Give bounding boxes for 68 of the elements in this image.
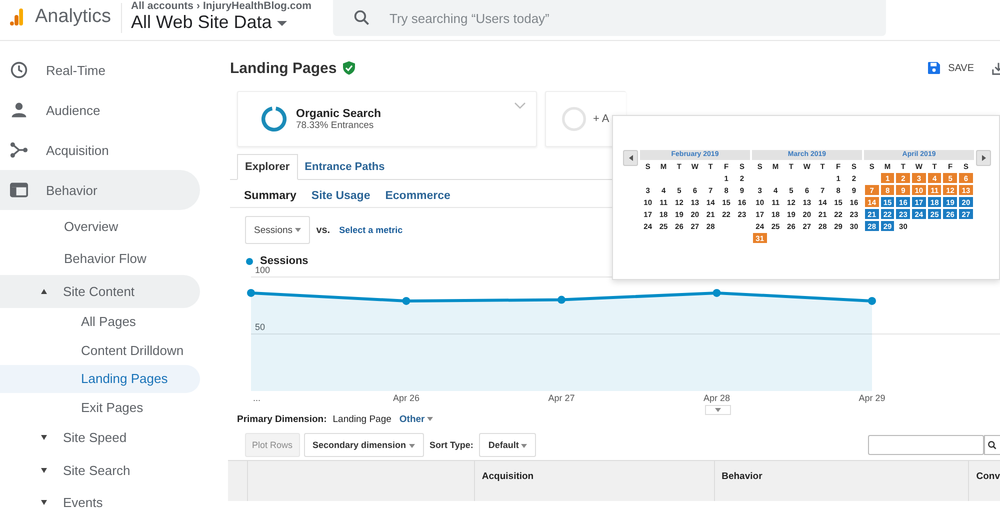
vs-label: vs. <box>316 224 330 236</box>
data-point <box>558 296 566 304</box>
app-name: Analytics <box>35 6 112 28</box>
select-metric-link[interactable]: Select a metric <box>339 225 403 235</box>
breadcrumb-link[interactable]: All accounts <box>131 0 194 12</box>
nav-item[interactable]: Landing Pages <box>0 364 200 393</box>
previous-month-button[interactable] <box>623 150 638 166</box>
column-group-header: Behavior <box>722 471 762 482</box>
nav-item[interactable]: Behavior <box>0 170 200 210</box>
nav-item[interactable]: Events <box>0 486 200 519</box>
nav-item[interactable]: Audience <box>0 90 200 130</box>
chart-collapse-handle[interactable] <box>705 405 731 415</box>
search-field[interactable]: Try searching “Users today” <box>333 0 886 36</box>
next-month-button[interactable] <box>976 150 991 166</box>
data-point <box>712 288 721 297</box>
x-tick-label: ... <box>253 393 261 403</box>
person-icon <box>10 101 28 119</box>
nav-item[interactable]: Site Speed <box>0 422 200 454</box>
table-search-button[interactable] <box>984 435 1000 455</box>
x-tick-label: Apr 28 <box>703 393 730 403</box>
search-icon <box>353 9 372 27</box>
clock-icon <box>10 61 28 79</box>
column-group-header: Acquisition <box>482 471 534 482</box>
breadcrumb-link[interactable]: InjuryHealthBlog.com <box>202 0 312 12</box>
save-button[interactable]: SAVE <box>928 62 974 74</box>
nav-item[interactable]: Acquisition <box>0 130 200 170</box>
primary-dimension-label: Primary Dimension: <box>237 414 327 424</box>
subtab[interactable]: Summary <box>237 185 300 207</box>
breadcrumb-separator: › <box>196 0 200 12</box>
subtab[interactable]: Ecommerce <box>377 185 454 207</box>
view-selector[interactable]: All Web Site Data <box>131 12 312 33</box>
segment-detail: 78.33% Entrances <box>296 120 375 130</box>
y-tick-label: 50 <box>255 322 266 332</box>
nav-item[interactable]: Behavior Flow <box>0 242 200 275</box>
tab[interactable]: Explorer <box>237 154 298 180</box>
nav-item[interactable]: Real-Time <box>0 50 200 90</box>
analytics-logo-icon <box>10 8 23 26</box>
secondary-dimension-dropdown[interactable]: Secondary dimension <box>304 433 424 457</box>
x-tick-label: Apr 27 <box>548 393 575 403</box>
nav-item[interactable]: Content Drilldown <box>0 336 200 364</box>
sort-type-dropdown[interactable]: Default <box>479 433 536 457</box>
segment-name: Organic Search <box>296 108 382 120</box>
y-tick-label: 100 <box>255 265 270 275</box>
data-point <box>247 288 255 297</box>
search-icon <box>987 440 998 450</box>
table-search-field[interactable] <box>868 435 984 455</box>
other-dropdown[interactable]: Other <box>399 414 434 424</box>
card-icon <box>10 181 28 199</box>
legend-label: Sessions <box>260 255 308 267</box>
column-group-header: Conv <box>976 471 1000 482</box>
nav-item[interactable]: Overview <box>0 210 200 242</box>
sort-type-label: Sort Type: <box>430 440 474 450</box>
primary-dimension-value[interactable]: Landing Page <box>332 414 392 424</box>
floppy-icon <box>928 62 940 74</box>
data-point <box>868 296 876 305</box>
metric-dropdown[interactable]: Sessions <box>245 216 310 244</box>
tab[interactable]: Entrance Paths <box>298 154 392 179</box>
segment-card[interactable]: Organic Search 78.33% Entrances <box>237 91 537 147</box>
nav-item[interactable]: All Pages <box>0 308 200 336</box>
nav-item[interactable]: Site Content <box>0 275 200 308</box>
x-tick-label: Apr 29 <box>858 393 886 403</box>
x-tick-label: Apr 26 <box>392 393 420 403</box>
branch-icon <box>10 141 28 159</box>
nav-item[interactable]: Exit Pages <box>0 393 200 422</box>
nav-item[interactable]: Site Search <box>0 454 200 486</box>
data-point <box>402 296 410 305</box>
subtab[interactable]: Site Usage <box>303 185 374 207</box>
page-title: Landing Pages <box>230 60 337 76</box>
